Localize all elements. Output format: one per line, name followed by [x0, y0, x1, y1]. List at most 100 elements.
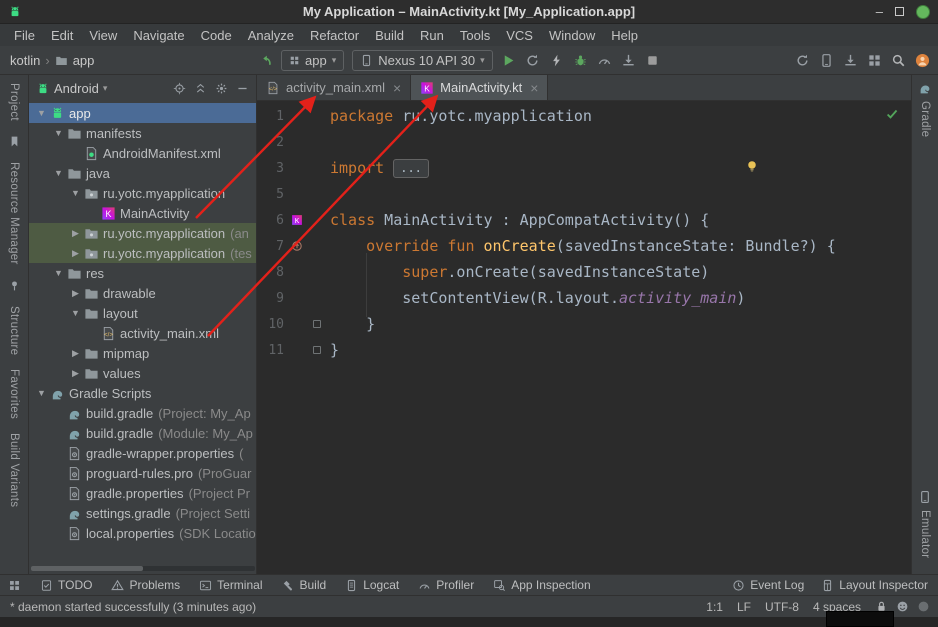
fold-marker[interactable] [310, 346, 324, 354]
menu-code[interactable]: Code [193, 26, 240, 45]
tree-item-activity-main-xml[interactable]: </>activity_main.xml [29, 323, 256, 343]
tree-item-gradle-scripts[interactable]: ▼Gradle Scripts [29, 383, 256, 403]
breadcrumb-module[interactable]: app [73, 53, 95, 68]
menu-analyze[interactable]: Analyze [240, 26, 302, 45]
close-icon[interactable]: × [393, 80, 401, 96]
menu-help[interactable]: Help [603, 26, 646, 45]
gradle-sync-arrow-icon[interactable] [258, 53, 273, 68]
minimize-button[interactable]: – [876, 5, 883, 18]
tool-resource-manager[interactable]: Resource Manager [8, 162, 20, 265]
code-line-2[interactable]: 2 [257, 129, 911, 155]
tool-emulator[interactable]: Emulator [918, 490, 932, 558]
device-select[interactable]: Nexus 10 API 30 ▾ [352, 50, 492, 71]
tree-item-layout[interactable]: ▼layout [29, 303, 256, 323]
tool-gradle[interactable]: Gradle [918, 81, 932, 137]
tree-item-gradle-wrapper-properties[interactable]: gradle-wrapper.properties( [29, 443, 256, 463]
tool-favorites[interactable]: Favorites [8, 369, 20, 419]
class-gutter-icon[interactable]: K [284, 214, 310, 226]
menu-edit[interactable]: Edit [43, 26, 81, 45]
search-everywhere-button[interactable] [891, 53, 906, 68]
profile-button[interactable] [597, 53, 612, 68]
chevron-right-icon[interactable]: ▶ [69, 228, 82, 239]
inspections-ok-icon[interactable] [885, 107, 899, 121]
tree-item-ru-yotc-myapplication-tes[interactable]: ▶ru.yotc.myapplication(tes [29, 243, 256, 263]
chevron-down-icon[interactable]: ▼ [52, 268, 65, 278]
code-line-7[interactable]: 7 override fun onCreate(savedInstanceSta… [257, 233, 911, 259]
code-line-1[interactable]: 1package ru.yotc.myapplication [257, 103, 911, 129]
tool-window-button-app-inspection[interactable]: App Inspection [493, 578, 590, 592]
intention-bulb-icon[interactable] [745, 159, 759, 173]
chevron-down-icon[interactable]: ▼ [35, 388, 48, 398]
stop-button[interactable] [645, 53, 660, 68]
menu-vcs[interactable]: VCS [498, 26, 541, 45]
close-icon[interactable]: × [530, 80, 538, 96]
tree-item-build-gradle-project-my-ap[interactable]: build.gradle(Project: My_Ap [29, 403, 256, 423]
tree-item-mipmap[interactable]: ▶mipmap [29, 343, 256, 363]
code-line-6[interactable]: 6Kclass MainActivity : AppCompatActivity… [257, 207, 911, 233]
menu-build[interactable]: Build [367, 26, 412, 45]
sdk-manager-button[interactable] [843, 53, 858, 68]
code-line-10[interactable]: 10 } [257, 311, 911, 337]
chevron-right-icon[interactable]: ▶ [69, 368, 82, 379]
locate-file-button[interactable] [173, 82, 186, 95]
view-settings-button[interactable] [215, 82, 228, 95]
chevron-down-icon[interactable]: ▼ [69, 308, 82, 318]
tree-item-ru-yotc-myapplication[interactable]: ▼ru.yotc.myapplication [29, 183, 256, 203]
tab-mainactivity-kt[interactable]: KMainActivity.kt× [411, 75, 548, 100]
tool-window-button-profiler[interactable]: Profiler [418, 578, 474, 592]
project-view-selector[interactable]: Android [54, 81, 99, 96]
tree-item-res[interactable]: ▼res [29, 263, 256, 283]
chevron-right-icon[interactable]: ▶ [69, 288, 82, 299]
code-with-me-icon[interactable] [896, 600, 909, 613]
chevron-down-icon[interactable]: ▼ [52, 168, 65, 178]
tree-item-local-properties-sdk-locatio[interactable]: local.properties(SDK Locatio [29, 523, 256, 543]
tree-item-values[interactable]: ▶values [29, 363, 256, 383]
debug-button[interactable] [573, 53, 588, 68]
fold-marker[interactable] [310, 320, 324, 328]
menu-tools[interactable]: Tools [452, 26, 498, 45]
tree-item-build-gradle-module-my-ap[interactable]: build.gradle(Module: My_Ap [29, 423, 256, 443]
chevron-down-icon[interactable]: ▼ [69, 188, 82, 198]
tree-item-mainactivity[interactable]: KMainActivity [29, 203, 256, 223]
menu-refactor[interactable]: Refactor [302, 26, 367, 45]
collapse-all-button[interactable] [194, 82, 207, 95]
device-manager-button[interactable] [819, 53, 834, 68]
tree-item-ru-yotc-myapplication-an[interactable]: ▶ru.yotc.myapplication(an [29, 223, 256, 243]
tree-item-manifests[interactable]: ▼manifests [29, 123, 256, 143]
scrollbar-thumb[interactable] [31, 566, 143, 571]
maximize-button[interactable] [895, 7, 904, 16]
chevron-right-icon[interactable]: ▶ [69, 248, 82, 259]
close-button[interactable] [916, 5, 930, 19]
tab-activity-main-xml[interactable]: </>activity_main.xml× [257, 75, 411, 100]
layout-validation-button[interactable] [867, 53, 882, 68]
chevron-right-icon[interactable]: ▶ [69, 348, 82, 359]
horizontal-scrollbar[interactable] [31, 566, 255, 571]
tree-item-settings-gradle-project-setti[interactable]: settings.gradle(Project Setti [29, 503, 256, 523]
menu-view[interactable]: View [81, 26, 125, 45]
bookmarks-icon[interactable] [8, 135, 21, 148]
chevron-down-icon[interactable]: ▼ [35, 108, 48, 118]
line-separator[interactable]: LF [737, 600, 751, 614]
tree-item-app[interactable]: ▼app [29, 103, 256, 123]
attach-debugger-button[interactable] [621, 53, 636, 68]
tree-item-gradle-properties-project-pr[interactable]: gradle.properties(Project Pr [29, 483, 256, 503]
apply-changes-button[interactable] [525, 53, 540, 68]
quick-access-icon[interactable] [8, 579, 21, 592]
tool-project[interactable]: Project [8, 83, 20, 121]
tool-window-button-build[interactable]: Build [282, 578, 327, 592]
tool-window-button-logcat[interactable]: Logcat [345, 578, 399, 592]
file-encoding[interactable]: UTF-8 [765, 600, 799, 614]
tool-structure[interactable]: Structure [8, 306, 20, 355]
menu-navigate[interactable]: Navigate [125, 26, 192, 45]
tool-window-button-event-log[interactable]: Event Log [732, 578, 804, 592]
tree-item-java[interactable]: ▼java [29, 163, 256, 183]
caret-position[interactable]: 1:1 [706, 600, 723, 614]
chevron-down-icon[interactable]: ▼ [52, 128, 65, 138]
code-line-11[interactable]: 11} [257, 337, 911, 363]
notifications-icon[interactable] [917, 600, 930, 613]
hide-panel-button[interactable] [236, 82, 249, 95]
pin-icon[interactable] [8, 279, 21, 292]
override-gutter-icon[interactable] [284, 240, 310, 252]
breadcrumb-project[interactable]: kotlin [10, 53, 40, 68]
tool-window-button-problems[interactable]: Problems [111, 578, 180, 592]
